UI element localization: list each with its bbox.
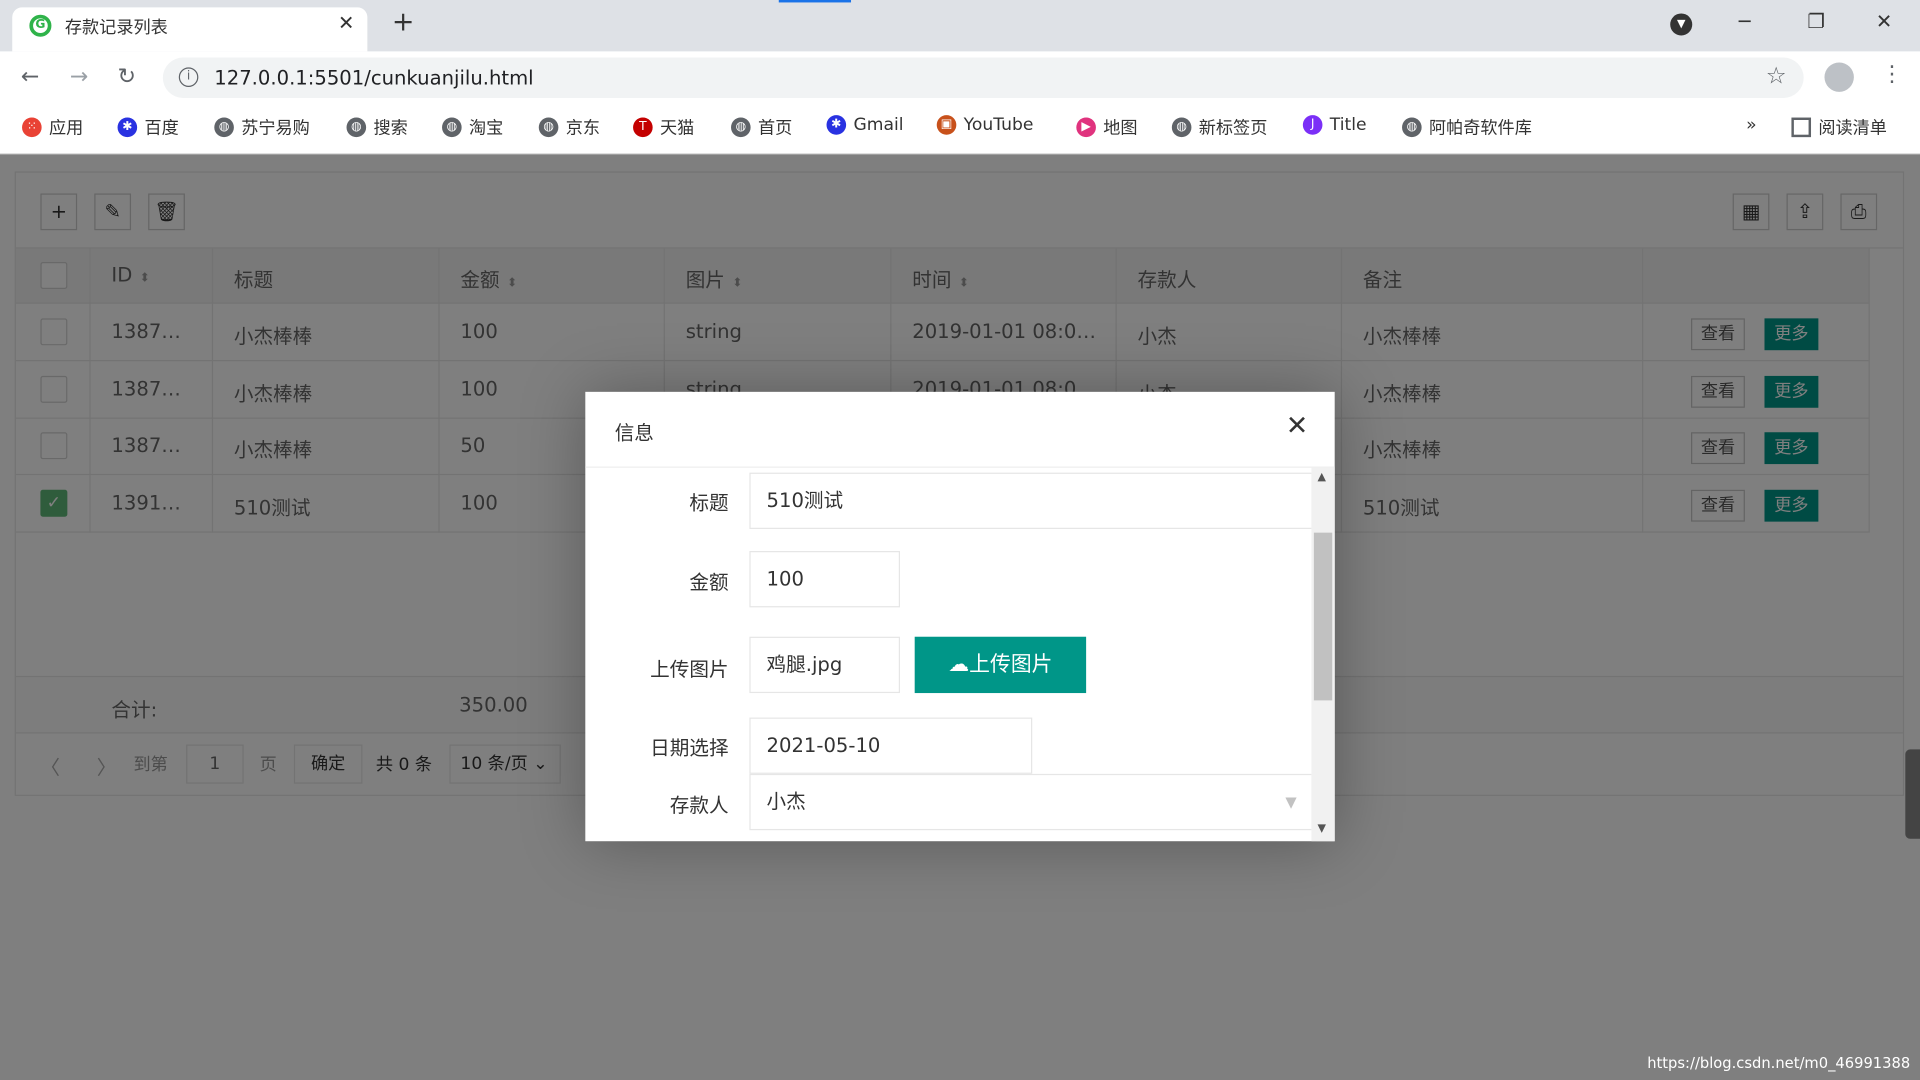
map-play-icon: ▶ xyxy=(1076,117,1096,138)
close-window-button[interactable]: ✕ xyxy=(1876,10,1892,33)
title-input[interactable]: 510测试 xyxy=(749,472,1312,529)
reload-button[interactable]: ↻ xyxy=(118,64,136,90)
baidu-paw-icon: ✱ xyxy=(826,115,847,135)
reading-list-label: 阅读清单 xyxy=(1818,118,1887,139)
bookmark-label: 淘宝 xyxy=(468,118,504,139)
scroll-down-arrow[interactable]: ▼ xyxy=(1318,823,1326,835)
address-bar[interactable]: i 127.0.0.1:5501/cunkuanjilu.html ☆ xyxy=(162,57,1804,98)
scroll-up-arrow[interactable]: ▲ xyxy=(1318,471,1326,483)
globe-icon: ◍ xyxy=(442,117,462,138)
bookmark-item[interactable]: ✱ Gmail xyxy=(826,115,904,135)
bookmark-item[interactable]: ◍ 淘宝 xyxy=(442,115,503,139)
dialog-scrollbar[interactable]: ▲ ▼ xyxy=(1311,467,1335,842)
date-label: 日期选择 xyxy=(650,735,729,760)
bookmarks-bar: » 阅读清单 ⁙ 应用 ✱ 百度 ◍ 苏宁易购 ◍ 搜索 ◍ 淘宝 ◍ 京东 T 天猫 ◍ 首页 ✱ Gmail ▣… xyxy=(0,102,1920,155)
back-button[interactable]: ← xyxy=(21,64,39,90)
globe-icon: ◍ xyxy=(538,117,559,138)
bookmark-item[interactable]: ▶ 地图 xyxy=(1076,115,1138,139)
reading-list[interactable]: 阅读清单 xyxy=(1791,115,1887,139)
bookmark-label: 首页 xyxy=(757,118,793,139)
youtube-icon: ▣ xyxy=(936,115,957,135)
url-text[interactable]: 127.0.0.1:5501/cunkuanjilu.html xyxy=(214,66,533,89)
bookmark-label: 苏宁易购 xyxy=(241,118,310,139)
bookmark-label: 京东 xyxy=(565,118,601,139)
bookmark-label: Title xyxy=(1329,115,1367,135)
dialog-header: 信息 ✕ xyxy=(585,392,1335,468)
dialog-title: 信息 xyxy=(614,421,654,445)
bookmark-label: YouTube xyxy=(963,115,1034,135)
bookmark-label: Gmail xyxy=(853,115,904,135)
toolbar: ← → ↻ i 127.0.0.1:5501/cunkuanjilu.html … xyxy=(0,51,1920,103)
bookmark-star-icon[interactable]: ☆ xyxy=(1766,62,1787,89)
bookmark-label: 新标签页 xyxy=(1198,118,1268,139)
bookmark-label: 地图 xyxy=(1103,118,1138,139)
tab-search-icon[interactable]: ▼ xyxy=(1670,13,1693,36)
bookmark-item[interactable]: ▣ YouTube xyxy=(936,115,1034,135)
upload-filename-input[interactable]: 鸡腿.jpg xyxy=(749,636,901,694)
baidu-paw-icon: ✱ xyxy=(117,117,138,138)
amount-label: 金额 xyxy=(689,570,729,594)
chevron-down-icon: ▼ xyxy=(1285,793,1297,811)
title-label: 标题 xyxy=(689,491,729,515)
restore-button[interactable]: ❐ xyxy=(1807,10,1825,33)
bookmark-item[interactable]: ◍ 搜索 xyxy=(346,115,408,139)
side-widget[interactable] xyxy=(1905,749,1920,839)
dialog-body: 标题 510测试 金额 100 上传图片 鸡腿.jpg ☁上传图片 日期选择 2… xyxy=(585,468,1312,841)
jetbrains-icon: J xyxy=(1302,115,1323,135)
reading-list-icon xyxy=(1791,117,1812,138)
bookmark-item[interactable]: ◍ 首页 xyxy=(731,115,792,139)
watermark: https://blog.csdn.net/m0_46991388 xyxy=(1647,1054,1911,1072)
tab-title: 存款记录列表 xyxy=(64,18,168,38)
info-dialog: 信息 ✕ 标题 510测试 金额 100 上传图片 鸡腿.jpg ☁上传图片 日… xyxy=(585,391,1335,842)
tab-bar: G 存款记录列表 ✕ + ▼ ─ ❐ ✕ xyxy=(0,0,1920,52)
bookmark-item[interactable]: ◍ 京东 xyxy=(538,115,601,139)
bookmark-label: 百度 xyxy=(144,118,179,139)
globe-icon: ◍ xyxy=(1402,117,1422,138)
new-tab-button[interactable]: + xyxy=(392,7,415,38)
upload-button-label: 上传图片 xyxy=(969,652,1053,678)
depositor-label: 存款人 xyxy=(669,793,729,817)
tmall-icon: T xyxy=(633,117,653,138)
bookmark-item[interactable]: ◍ 新标签页 xyxy=(1171,115,1268,139)
bookmark-item[interactable]: ✱ 百度 xyxy=(117,115,179,139)
depositor-value: 小杰 xyxy=(766,789,806,814)
amount-input[interactable]: 100 xyxy=(749,551,901,608)
bookmarks-overflow[interactable]: » xyxy=(1746,115,1757,135)
info-icon[interactable]: i xyxy=(178,67,199,87)
upload-image-button[interactable]: ☁上传图片 xyxy=(914,636,1087,694)
tab-close-icon[interactable]: ✕ xyxy=(338,11,354,34)
profile-avatar[interactable] xyxy=(1824,62,1854,92)
bookmark-label: 天猫 xyxy=(660,118,695,139)
loading-indicator xyxy=(778,0,852,3)
globe-icon: ◍ xyxy=(1171,117,1192,138)
forward-button[interactable]: → xyxy=(70,64,88,90)
dialog-close-icon[interactable]: ✕ xyxy=(1286,411,1309,442)
bookmark-item[interactable]: ◍ 苏宁易购 xyxy=(214,115,310,139)
menu-icon[interactable]: ⋮ xyxy=(1881,61,1903,87)
apps-grid-icon: ⁙ xyxy=(22,117,42,138)
globe-icon: ◍ xyxy=(214,117,234,138)
bookmark-item[interactable]: T 天猫 xyxy=(633,115,694,139)
date-input[interactable]: 2021-05-10 xyxy=(749,717,1033,774)
scrollbar-thumb[interactable] xyxy=(1313,532,1333,701)
bookmark-item[interactable]: J Title xyxy=(1302,115,1367,135)
bookmark-item[interactable]: ⁙ 应用 xyxy=(22,115,83,139)
browser-tab[interactable]: G 存款记录列表 ✕ xyxy=(12,7,368,52)
bookmark-label: 阿帕奇软件库 xyxy=(1428,118,1532,139)
upload-label: 上传图片 xyxy=(650,657,729,681)
depositor-select[interactable]: 小杰 ▼ xyxy=(749,773,1312,831)
globe-icon: ◍ xyxy=(346,117,367,138)
globe-icon: ◍ xyxy=(731,117,751,138)
bookmark-item[interactable]: ◍ 阿帕奇软件库 xyxy=(1402,115,1532,139)
bookmark-label: 应用 xyxy=(48,118,84,139)
minimize-button[interactable]: ─ xyxy=(1739,10,1751,33)
cloud-upload-icon: ☁ xyxy=(948,652,970,678)
tab-favicon-icon: G xyxy=(29,14,52,37)
bookmark-label: 搜索 xyxy=(373,118,408,139)
